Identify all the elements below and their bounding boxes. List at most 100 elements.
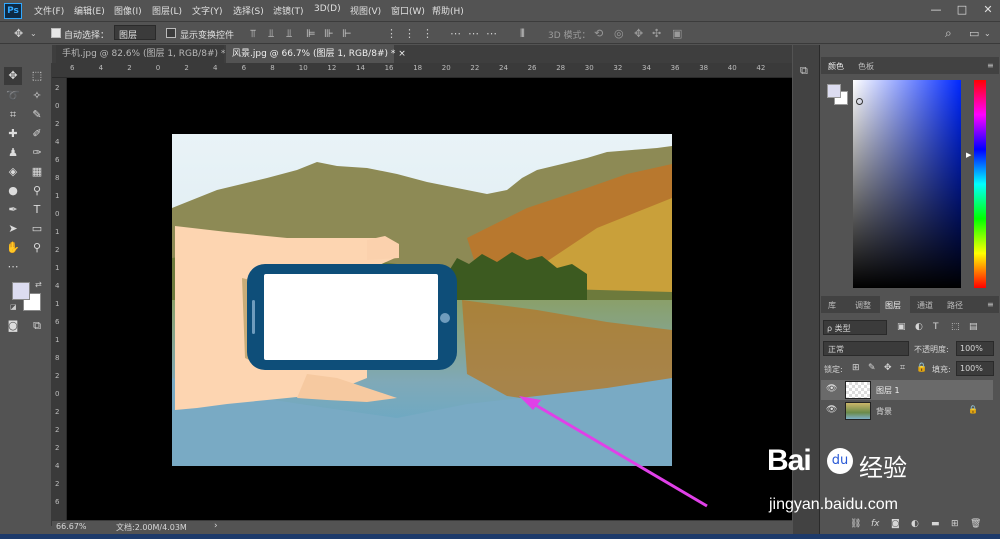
menu-image[interactable]: 图像(I) (114, 4, 142, 17)
distribute-bottom-icon[interactable]: ⋮ (422, 27, 433, 40)
distribute-left-icon[interactable]: ⋯ (450, 27, 461, 40)
menu-select[interactable]: 选择(S) (233, 4, 264, 17)
path-selection-tool-icon[interactable]: ➤ (4, 220, 22, 238)
distribute-top-icon[interactable]: ⋮ (386, 27, 397, 40)
align-left-icon[interactable]: ⊫ (306, 27, 316, 40)
3d-scale-icon[interactable]: ▣ (672, 27, 682, 40)
tab-swatches[interactable]: 色板 (858, 61, 874, 72)
filter-adjustment-icon[interactable]: ◐ (915, 322, 923, 332)
menu-edit[interactable]: 编辑(E) (74, 4, 105, 17)
layer-name[interactable]: 背景 (876, 406, 892, 417)
swap-colors-icon[interactable]: ⇄ (35, 280, 42, 289)
menu-window[interactable]: 窗口(W) (391, 4, 425, 17)
maximize-button[interactable]: □ (950, 2, 974, 18)
filter-shape-icon[interactable]: ⬚ (951, 322, 960, 332)
align-hcenter-icon[interactable]: ⊪ (324, 27, 334, 40)
screen-mode-icon[interactable]: ⧉ (28, 317, 46, 335)
marquee-tool-icon[interactable]: ⬚ (28, 67, 46, 85)
magic-wand-tool-icon[interactable]: ✧ (28, 87, 46, 105)
healing-brush-tool-icon[interactable]: ✚ (4, 125, 22, 143)
auto-select-dropdown[interactable]: 图层 (114, 25, 156, 41)
blend-mode-dropdown[interactable]: 正常 (823, 341, 909, 356)
color-picker-field[interactable] (853, 80, 961, 288)
tab-paths[interactable]: 路径 (947, 300, 963, 311)
eraser-tool-icon[interactable]: ◈ (4, 163, 22, 181)
distribute-right-icon[interactable]: ⋯ (486, 27, 497, 40)
zoom-level[interactable]: 66.67% (56, 522, 87, 531)
tab-layers[interactable]: 图层 (885, 300, 901, 311)
fx-icon[interactable]: fx (871, 519, 880, 529)
tab-adjustments[interactable]: 调整 (855, 300, 871, 311)
search-icon[interactable]: ⌕ (945, 26, 952, 41)
workspace-icon[interactable]: ▭ (969, 27, 979, 40)
default-colors-icon[interactable]: ◪ (10, 303, 17, 311)
menu-3d[interactable]: 3D(D) (314, 4, 341, 14)
clone-stamp-tool-icon[interactable]: ♟ (4, 144, 22, 162)
hand-tool-icon[interactable]: ✋ (4, 239, 22, 257)
lasso-tool-icon[interactable]: ➰ (4, 87, 22, 105)
opacity-input[interactable]: 100% (956, 341, 994, 356)
zoom-tool-icon[interactable]: ⚲ (28, 239, 46, 257)
move-tool-icon[interactable]: ✥ (4, 67, 22, 85)
hue-slider-handle[interactable]: ▶ (966, 151, 971, 159)
menu-filter[interactable]: 滤镜(T) (273, 4, 304, 17)
filter-type-icon[interactable]: T (933, 322, 939, 332)
filter-pixel-icon[interactable]: ▣ (897, 322, 906, 332)
tab-libraries[interactable]: 库 (828, 300, 836, 311)
delete-layer-icon[interactable]: 🗑 (970, 519, 981, 529)
eyedropper-tool-icon[interactable]: ✎ (28, 106, 46, 124)
align-top-icon[interactable]: ⫪ (250, 27, 256, 41)
document-image[interactable] (67, 78, 792, 520)
lock-pixels-icon[interactable]: ✎ (868, 363, 876, 373)
fill-input[interactable]: 100% (956, 361, 994, 376)
workspace-chevron-icon[interactable]: ⌄ (984, 29, 991, 38)
lock-transparent-icon[interactable]: ⊞ (852, 363, 860, 373)
type-tool-icon[interactable]: T (28, 201, 46, 219)
menu-help[interactable]: 帮助(H) (432, 4, 464, 17)
lock-position-icon[interactable]: ✥ (884, 363, 892, 373)
menu-view[interactable]: 视图(V) (350, 4, 381, 17)
distribute-hcenter-icon[interactable]: ⋯ (468, 27, 479, 40)
auto-select-checkbox[interactable] (51, 28, 61, 38)
link-layers-icon[interactable]: ⛓ (850, 519, 861, 529)
more-tools-icon[interactable]: ⋯ (4, 258, 22, 276)
filter-smart-icon[interactable]: ▤ (969, 322, 978, 332)
new-layer-icon[interactable]: ⊞ (951, 519, 959, 529)
add-mask-icon[interactable]: ◙ (891, 519, 900, 529)
move-tool-icon[interactable]: ✥ (14, 27, 23, 40)
color-fg-swatch[interactable] (827, 84, 841, 98)
distribute-vcenter-icon[interactable]: ⋮ (404, 27, 415, 40)
align-bottom-icon[interactable]: ⫫ (286, 27, 292, 41)
3d-rotate-icon[interactable]: ⟲ (594, 27, 603, 40)
3d-slide-icon[interactable]: ✣ (652, 27, 661, 40)
adjustment-layer-icon[interactable]: ◐ (911, 519, 919, 529)
tab-close-icon[interactable]: × (398, 49, 406, 59)
menu-file[interactable]: 文件(F) (34, 4, 64, 17)
menu-type[interactable]: 文字(Y) (192, 4, 223, 17)
new-group-icon[interactable]: ▬ (931, 519, 940, 529)
lock-all-icon[interactable]: 🔒 (916, 363, 927, 373)
menu-layer[interactable]: 图层(L) (152, 4, 182, 17)
foreground-color-swatch[interactable] (12, 282, 30, 300)
quick-mask-icon[interactable]: ◙ (4, 317, 22, 335)
chevron-down-icon[interactable]: ⌄ (30, 29, 37, 38)
blur-tool-icon[interactable]: ● (4, 182, 22, 200)
show-transform-checkbox[interactable] (166, 28, 176, 38)
3d-drag-icon[interactable]: ✥ (634, 27, 643, 40)
close-window-button[interactable]: ✕ (976, 2, 1000, 18)
eye-icon[interactable]: 👁 (826, 405, 837, 415)
align-vcenter-icon[interactable]: ⫫ (268, 27, 274, 41)
eye-icon[interactable]: 👁 (826, 384, 837, 394)
tab-phone[interactable]: 手机.jpg @ 82.6% (图层 1, RGB/8#) * × (56, 45, 236, 63)
auto-align-icon[interactable]: ⦀ (520, 27, 525, 41)
layer-name[interactable]: 图层 1 (876, 385, 900, 396)
layer-filter-dropdown[interactable]: ρ 类型 (823, 320, 887, 335)
layers-panel-menu-icon[interactable]: ≡ (987, 300, 994, 309)
history-panel-icon[interactable]: ⧉ (800, 64, 808, 78)
lock-artboard-icon[interactable]: ⌗ (900, 363, 905, 373)
color-picker-handle[interactable] (856, 98, 863, 105)
hue-slider[interactable] (974, 80, 986, 288)
align-right-icon[interactable]: ⊩ (342, 27, 352, 40)
tab-color[interactable]: 颜色 (828, 61, 844, 72)
rectangle-tool-icon[interactable]: ▭ (28, 220, 46, 238)
